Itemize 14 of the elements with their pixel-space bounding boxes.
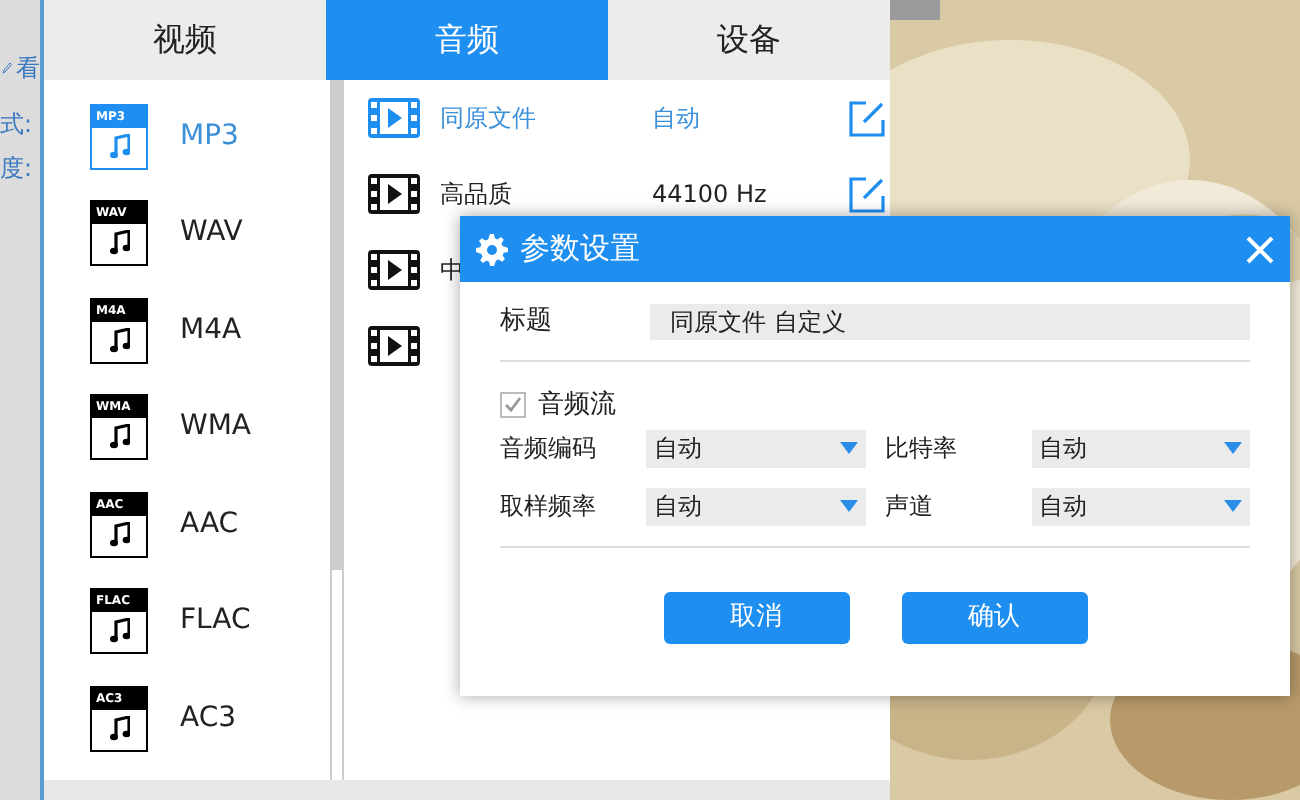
preset-name: 高品质 xyxy=(440,178,514,212)
dialog-title: 参数设置 xyxy=(520,228,642,271)
field-label: 取样频率 xyxy=(500,490,598,524)
field-label: 标题 xyxy=(500,303,554,340)
sidebar-label: 度: xyxy=(0,152,33,186)
field-label: 比特率 xyxy=(885,432,959,466)
preset-value: 44100 Hz xyxy=(652,178,769,212)
field-label: 声道 xyxy=(885,490,935,524)
field-label: 音频编码 xyxy=(500,432,598,466)
sidebar-label: 看 xyxy=(16,52,40,86)
sidebar-label: 式: xyxy=(0,108,33,142)
checkbox-label: 音频流 xyxy=(538,388,616,424)
preset-name: 同原文件 xyxy=(440,102,538,136)
preset-value: 自动 xyxy=(652,102,702,136)
